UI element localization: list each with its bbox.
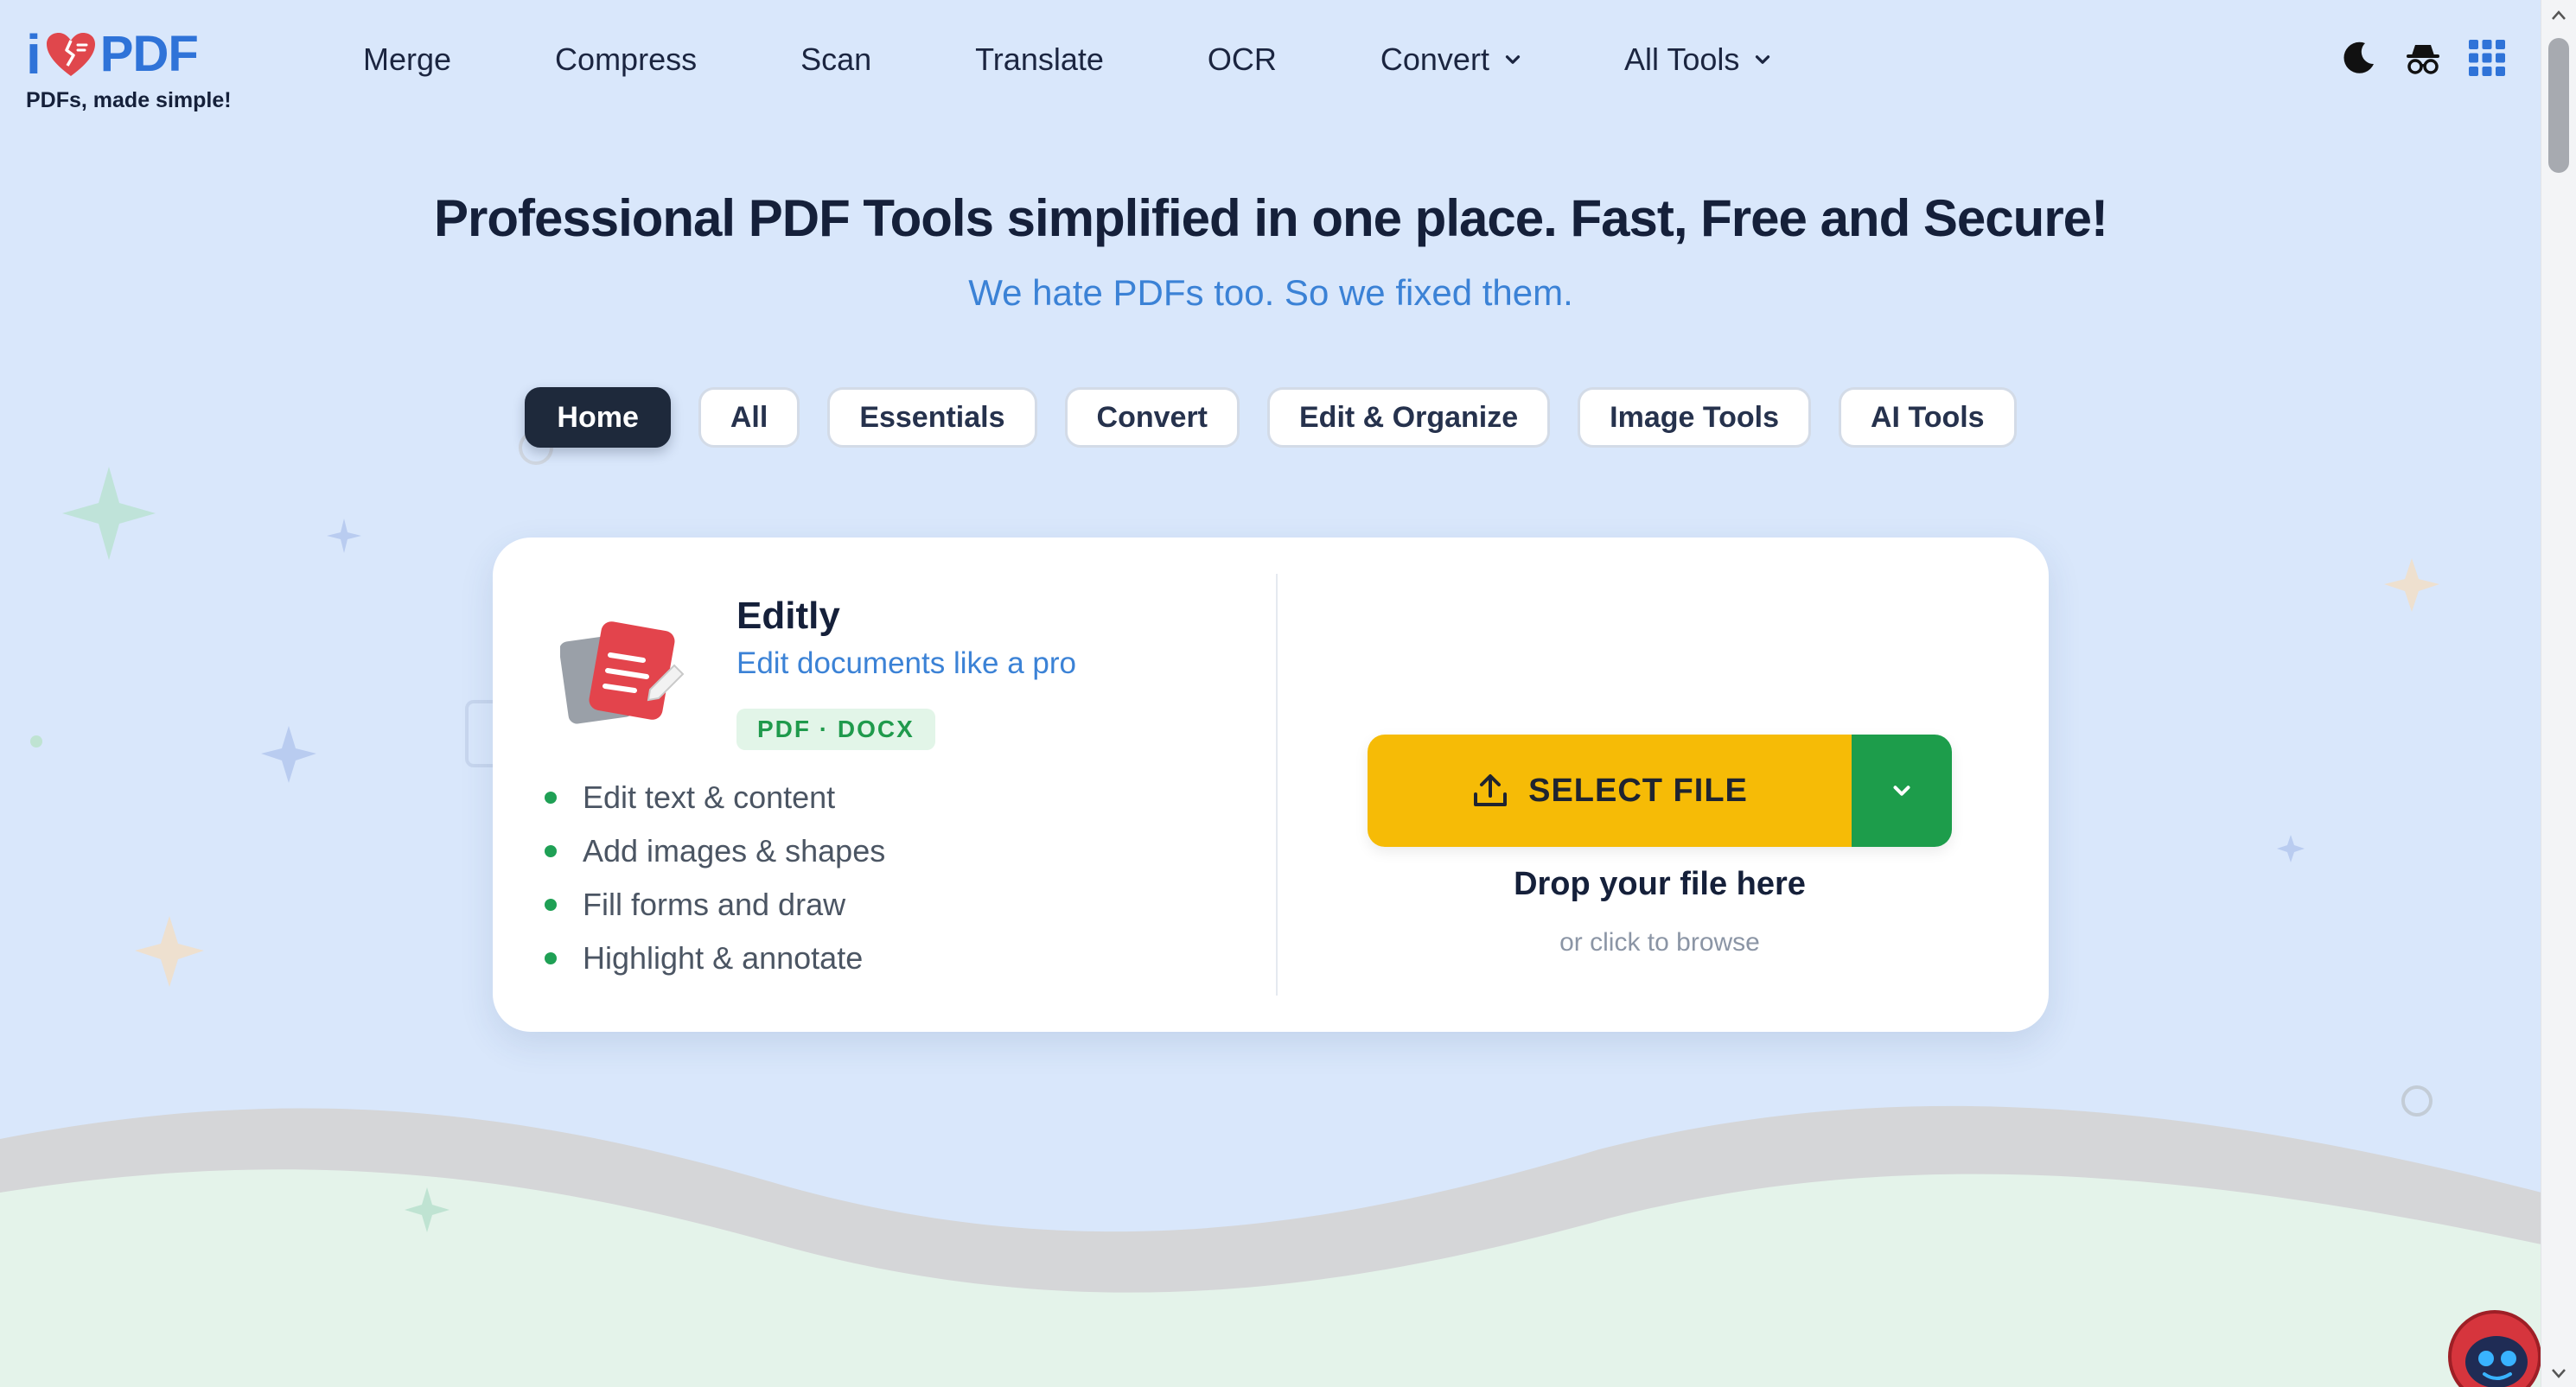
- tool-description: Edit documents like a pro: [736, 646, 1076, 680]
- select-file-group: SELECT FILE: [1368, 735, 1952, 847]
- drop-zone-title[interactable]: Drop your file here: [1368, 866, 1952, 903]
- feature-item: Edit text & content: [545, 771, 885, 824]
- broken-heart-icon: [46, 33, 95, 76]
- feature-item: Highlight & annotate: [545, 932, 885, 985]
- chevron-down-icon: [1505, 55, 1521, 64]
- nav-translate[interactable]: Translate: [975, 41, 1104, 78]
- incognito-icon[interactable]: [2403, 38, 2443, 78]
- hero-title: Professional PDF Tools simplified in one…: [433, 189, 2108, 247]
- hero-subtitle: We hate PDFs too. So we fixed them.: [968, 272, 1573, 313]
- feature-text: Edit text & content: [583, 779, 836, 815]
- sparkle-icon: [2277, 835, 2305, 862]
- nav-merge[interactable]: Merge: [363, 41, 451, 78]
- bullet-icon: [545, 845, 557, 857]
- nav-convert[interactable]: Convert: [1380, 41, 1524, 78]
- circle-decoration: [30, 735, 42, 748]
- main-nav: Merge Compress Scan Translate OCR Conver…: [363, 35, 1774, 85]
- logo[interactable]: i PDF PDFs, made simple!: [26, 26, 259, 113]
- nav-label: Translate: [975, 41, 1104, 77]
- nav-label: Scan: [800, 41, 872, 77]
- edit-document-icon: [560, 621, 685, 724]
- tab-ai-tools[interactable]: AI Tools: [1839, 387, 2017, 448]
- assistant-mascot-icon[interactable]: [2446, 1308, 2541, 1387]
- feature-text: Fill forms and draw: [583, 887, 846, 922]
- logo-letter: i: [26, 23, 41, 86]
- tool-name: Editly: [736, 595, 840, 637]
- nav-label: OCR: [1207, 41, 1277, 77]
- scrollbar-thumb[interactable]: [2548, 38, 2569, 173]
- feature-text: Add images & shapes: [583, 833, 886, 868]
- logo-tagline: PDFs, made simple!: [26, 88, 232, 112]
- scroll-down-arrow-icon[interactable]: [2550, 1366, 2567, 1380]
- nav-label: Compress: [555, 41, 698, 77]
- page: i PDF PDFs, made simple! Merge Compress …: [0, 0, 2541, 1387]
- tab-image-tools[interactable]: Image Tools: [1578, 387, 1811, 448]
- nav-all-tools[interactable]: All Tools: [1624, 41, 1774, 78]
- nav-scan[interactable]: Scan: [800, 41, 871, 78]
- nav-compress[interactable]: Compress: [555, 41, 697, 78]
- sparkle-icon: [2384, 558, 2439, 612]
- sparkle-icon: [135, 916, 204, 987]
- logo-text: PDF: [99, 26, 199, 82]
- header-actions: [2339, 38, 2507, 78]
- select-file-button[interactable]: SELECT FILE: [1368, 735, 1852, 847]
- tab-all[interactable]: All: [698, 387, 800, 448]
- feature-item: Add images & shapes: [545, 824, 885, 878]
- feature-text: Highlight & annotate: [583, 940, 864, 976]
- scroll-up-arrow-icon[interactable]: [2550, 9, 2567, 22]
- nav-ocr[interactable]: OCR: [1208, 41, 1277, 78]
- bullet-icon: [545, 792, 557, 804]
- chevron-down-icon: [1893, 786, 1910, 796]
- tab-convert[interactable]: Convert: [1064, 387, 1240, 448]
- category-tabs: Home All Essentials Convert Edit & Organ…: [0, 387, 2541, 448]
- moon-icon[interactable]: [2339, 38, 2379, 78]
- bullet-icon: [545, 952, 557, 964]
- sparkle-icon: [327, 519, 361, 553]
- drop-zone-subtitle[interactable]: or click to browse: [1368, 928, 1952, 958]
- bullet-icon: [545, 899, 557, 911]
- tab-edit-organize[interactable]: Edit & Organize: [1267, 387, 1551, 448]
- nav-label: Merge: [363, 41, 452, 77]
- nav-label: Convert: [1380, 41, 1489, 77]
- select-file-label: SELECT FILE: [1528, 772, 1748, 809]
- feature-list: Edit text & content Add images & shapes …: [545, 771, 885, 985]
- tab-home[interactable]: Home: [525, 387, 671, 448]
- sparkle-icon: [261, 726, 316, 783]
- nav-label: All Tools: [1623, 41, 1740, 77]
- sparkle-icon: [62, 467, 156, 560]
- feature-item: Fill forms and draw: [545, 878, 885, 932]
- card-divider: [1276, 574, 1278, 996]
- circle-decoration: [2401, 1085, 2433, 1117]
- format-badge: PDF · DOCX: [736, 709, 935, 750]
- tab-essentials[interactable]: Essentials: [827, 387, 1037, 448]
- upload-icon: [1474, 774, 1508, 806]
- apps-grid-icon[interactable]: [2467, 38, 2507, 78]
- page-scrollbar[interactable]: [2541, 0, 2576, 1387]
- tool-card: Editly Edit documents like a pro PDF · D…: [493, 538, 2049, 1032]
- chevron-down-icon: [1756, 55, 1770, 64]
- upload-source-dropdown[interactable]: [1852, 735, 1952, 847]
- logo-mark: i PDF: [26, 26, 259, 83]
